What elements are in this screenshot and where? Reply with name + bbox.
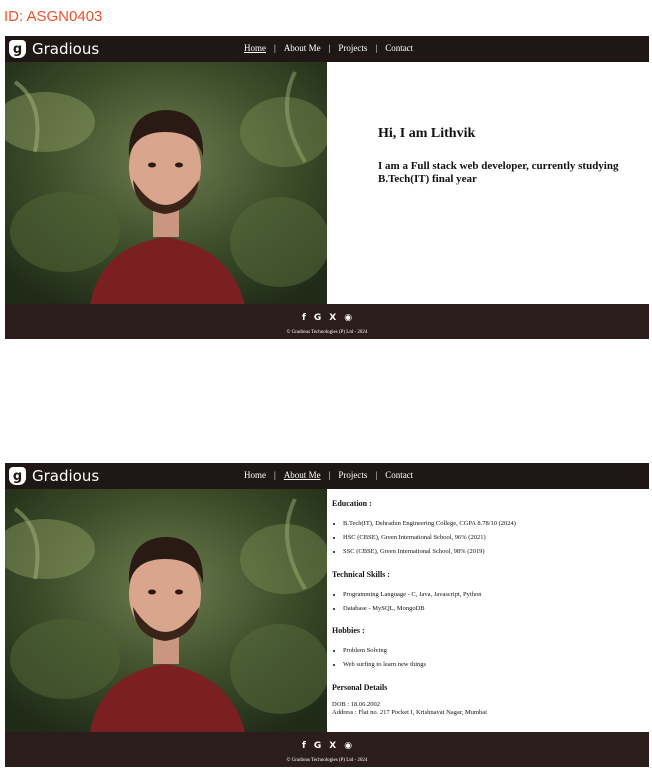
github-icon[interactable]: ◉ — [344, 741, 352, 751]
list-item: Programming Language - C, Java, Javascri… — [343, 591, 481, 605]
nav-separator: | — [328, 470, 331, 480]
x-icon[interactable]: X — [329, 741, 336, 751]
list-item: SSC (CBSE), Green International School, … — [343, 548, 516, 562]
navbar: g Gradious Home | About Me | Projects | … — [5, 463, 649, 489]
nav-separator: | — [274, 470, 276, 480]
list-item: HSC (CBSE), Green International School, … — [343, 534, 516, 548]
copyright-text: © Gradious Technologies (P) Ltd - 2024 — [286, 330, 368, 335]
nav-about[interactable]: About Me — [284, 43, 321, 53]
hero-intro: I am a Full stack web developer, current… — [378, 160, 619, 185]
nav-projects[interactable]: Projects — [338, 470, 367, 480]
google-icon[interactable]: G — [314, 313, 321, 323]
nav-contact[interactable]: Contact — [385, 470, 413, 480]
google-icon[interactable]: G — [314, 741, 321, 751]
brand-name: Gradious — [32, 467, 100, 485]
education-heading: Education : — [332, 499, 372, 508]
profile-photo — [5, 489, 327, 732]
gradious-logo-icon: g — [9, 40, 26, 58]
gradious-logo-icon: g — [9, 467, 26, 485]
navbar: g Gradious Home | About Me | Projects | … — [5, 36, 649, 62]
footer: f G X ◉ © Gradious Technologies (P) Ltd … — [5, 304, 649, 339]
brand-logo[interactable]: g Gradious — [9, 465, 99, 487]
hero-greeting: Hi, I am Lithvik — [378, 126, 476, 141]
nav-home[interactable]: Home — [244, 470, 266, 480]
about-section: Education : B.Tech(IT), Dehradun Enginee… — [327, 489, 649, 732]
github-icon[interactable]: ◉ — [344, 313, 352, 323]
list-item: Web surfing to learn new things — [343, 661, 426, 675]
social-icons: f G X ◉ — [5, 313, 649, 323]
footer: f G X ◉ © Gradious Technologies (P) Ltd … — [5, 732, 649, 767]
facebook-icon[interactable]: f — [302, 313, 306, 323]
profile-photo — [5, 62, 327, 304]
hero-section: Hi, I am Lithvik I am a Full stack web d… — [327, 62, 649, 304]
personal-details-heading: Personal Details — [332, 683, 388, 692]
assignment-id-label: ID: ASGN0403 — [4, 8, 103, 25]
nav-menu: Home | About Me | Projects | Contact — [244, 470, 413, 480]
nav-menu: Home | About Me | Projects | Contact — [244, 43, 413, 53]
hobbies-heading: Hobbies : — [332, 626, 365, 635]
skills-list: Programming Language - C, Java, Javascri… — [343, 591, 481, 619]
copyright-text: © Gradious Technologies (P) Ltd - 2024 — [286, 758, 368, 763]
hobbies-list: Problem Solving Web surfing to learn new… — [343, 647, 426, 675]
about-page-screenshot: g Gradious Home | About Me | Projects | … — [5, 463, 649, 768]
list-item: B.Tech(IT), Dehradun Engineering College… — [343, 520, 516, 534]
nav-separator: | — [274, 43, 276, 53]
brand-name: Gradious — [32, 40, 100, 58]
brand-logo[interactable]: g Gradious — [9, 38, 99, 60]
skills-heading: Technical Skills : — [332, 570, 390, 579]
nav-separator: | — [375, 470, 378, 480]
list-item: Database - MySQL, MongoDB — [343, 605, 481, 619]
social-icons: f G X ◉ — [5, 741, 649, 751]
home-page-screenshot: g Gradious Home | About Me | Projects | … — [5, 36, 649, 339]
dob-text: DOB : 18.06.2002 — [332, 701, 381, 708]
facebook-icon[interactable]: f — [302, 741, 306, 751]
nav-about[interactable]: About Me — [284, 470, 321, 480]
nav-contact[interactable]: Contact — [385, 43, 413, 53]
nav-separator: | — [375, 43, 378, 53]
nav-home[interactable]: Home — [244, 43, 266, 53]
x-icon[interactable]: X — [329, 313, 336, 323]
education-list: B.Tech(IT), Dehradun Engineering College… — [343, 520, 516, 562]
nav-projects[interactable]: Projects — [338, 43, 367, 53]
list-item: Problem Solving — [343, 647, 426, 661]
address-text: Address : Flat no. 217 Pocket I, Krishna… — [332, 709, 487, 716]
nav-separator: | — [328, 43, 331, 53]
